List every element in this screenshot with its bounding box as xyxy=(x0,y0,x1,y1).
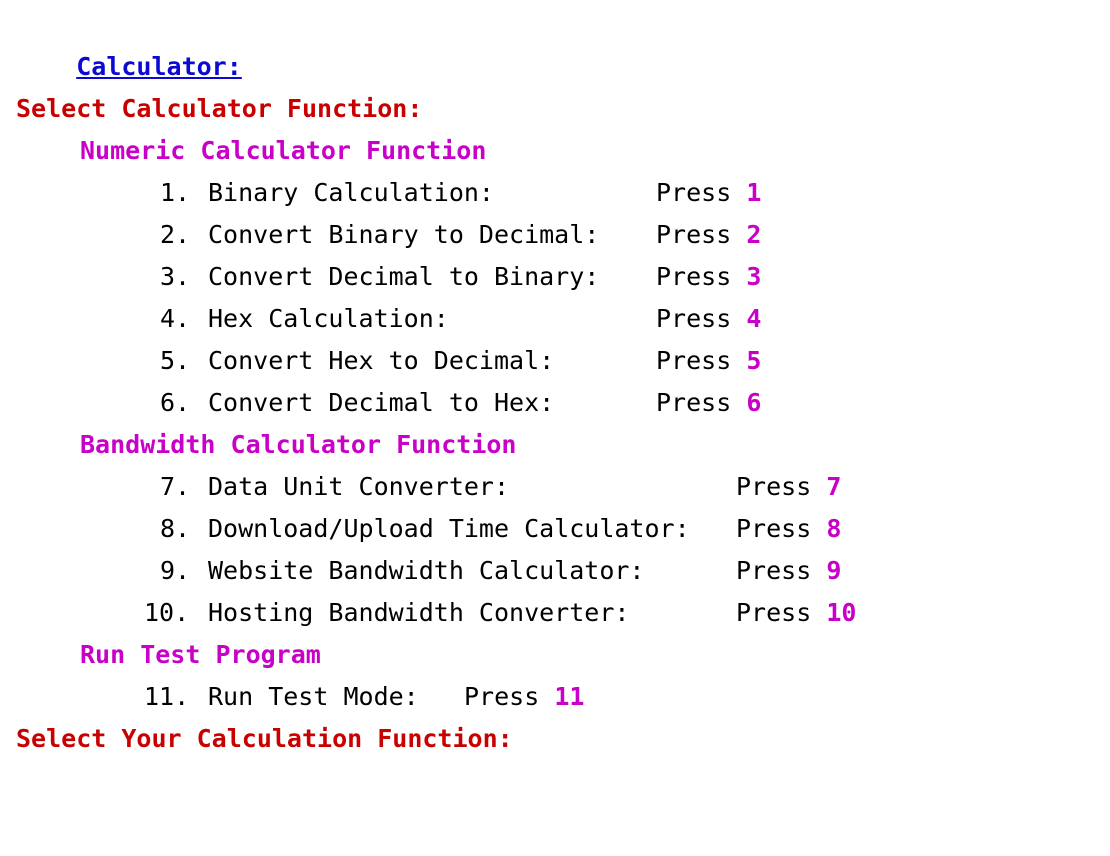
menu-item-3: 3. Convert Decimal to Binary: Press 3 xyxy=(16,256,1096,298)
key-value: 6 xyxy=(746,388,762,417)
key-value: 3 xyxy=(746,262,762,291)
item-number: 2. xyxy=(160,220,191,249)
item-number: 8. xyxy=(160,514,191,543)
press-text: Press xyxy=(656,346,732,375)
item-number: 11. xyxy=(144,682,190,711)
press-text: Press xyxy=(656,178,732,207)
key-value: 10 xyxy=(826,598,857,627)
press-text: Press xyxy=(656,304,732,333)
menu-item-8: 8. Download/Upload Time Calculator: Press … xyxy=(16,508,1096,550)
item-number: 4. xyxy=(160,304,191,333)
menu-item-10: 10. Hosting Bandwidth Converter: Press 10 xyxy=(16,592,1096,634)
menu-item-4: 4. Hex Calculation: Press 4 xyxy=(16,298,1096,340)
menu-item-5: 5. Convert Hex to Decimal: Press 5 xyxy=(16,340,1096,382)
item-label: Binary Calculation: xyxy=(208,178,494,207)
item-number: 1. xyxy=(160,178,191,207)
title-line: Calculator: xyxy=(16,4,1096,81)
item-label: Hex Calculation: xyxy=(208,304,449,333)
item-number: 10. xyxy=(144,598,190,627)
key-value: 7 xyxy=(826,472,842,501)
console-output: Calculator: Select Calculator Function: … xyxy=(16,4,1096,760)
item-label: Run Test Mode: xyxy=(208,682,419,711)
key-value: 11 xyxy=(554,682,585,711)
item-label: Data Unit Converter: xyxy=(208,472,510,501)
item-label: Convert Hex to Decimal: xyxy=(208,346,555,375)
item-number: 7. xyxy=(160,472,191,501)
press-text: Press xyxy=(736,556,812,585)
calculator-title-link[interactable]: Calculator: xyxy=(76,52,242,81)
item-label: Convert Decimal to Hex: xyxy=(208,388,555,417)
press-text: Press xyxy=(656,220,732,249)
press-text: Press xyxy=(736,514,812,543)
section-numeric-heading: Numeric Calculator Function xyxy=(80,136,487,165)
key-value: 8 xyxy=(826,514,842,543)
select-function-prompt: Select Calculator Function: xyxy=(16,94,423,123)
key-value: 4 xyxy=(746,304,762,333)
section-bandwidth-heading: Bandwidth Calculator Function xyxy=(80,430,517,459)
menu-item-7: 7. Data Unit Converter: Press 7 xyxy=(16,466,1096,508)
item-label: Website Bandwidth Calculator: xyxy=(208,556,645,585)
section-run-test-heading: Run Test Program xyxy=(80,640,321,669)
item-number: 3. xyxy=(160,262,191,291)
item-number: 9. xyxy=(160,556,191,585)
item-number: 6. xyxy=(160,388,191,417)
key-value: 5 xyxy=(746,346,762,375)
menu-item-2: 2. Convert Binary to Decimal: Press 2 xyxy=(16,214,1096,256)
item-number: 5. xyxy=(160,346,191,375)
menu-item-9: 9. Website Bandwidth Calculator: Press 9 xyxy=(16,550,1096,592)
press-text: Press xyxy=(656,262,732,291)
key-value: 2 xyxy=(746,220,762,249)
press-text: Press xyxy=(736,472,812,501)
press-text: Press xyxy=(736,598,812,627)
press-text: Press xyxy=(656,388,732,417)
item-label: Download/Upload Time Calculator: xyxy=(208,514,690,543)
press-text: Press xyxy=(464,682,540,711)
item-label: Convert Binary to Decimal: xyxy=(208,220,600,249)
item-label: Hosting Bandwidth Converter: xyxy=(208,598,630,627)
key-value: 1 xyxy=(746,178,762,207)
menu-item-11: 11. Run Test Mode: Press 11 xyxy=(16,676,1096,718)
menu-item-6: 6. Convert Decimal to Hex: Press 6 xyxy=(16,382,1096,424)
calculation-input-prompt[interactable]: Select Your Calculation Function: xyxy=(16,718,1096,760)
menu-item-1: 1. Binary Calculation: Press 1 xyxy=(16,172,1096,214)
item-label: Convert Decimal to Binary: xyxy=(208,262,600,291)
key-value: 9 xyxy=(826,556,842,585)
